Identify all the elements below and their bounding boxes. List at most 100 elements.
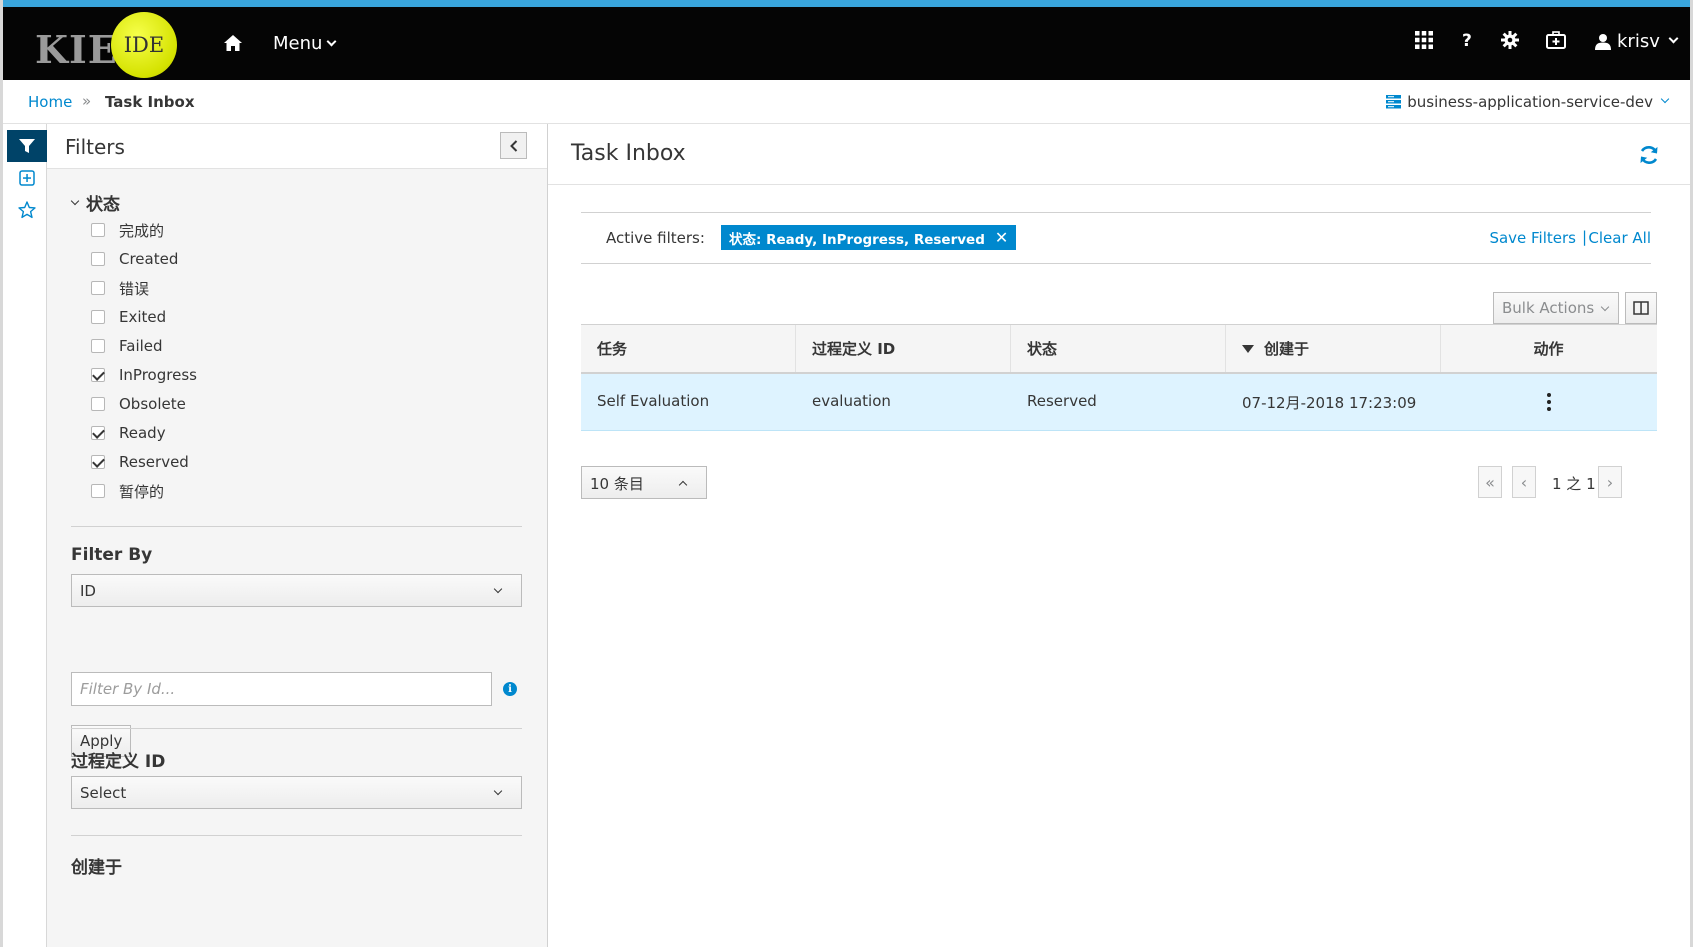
status-checkbox[interactable] — [91, 223, 105, 237]
help-icon[interactable]: ? — [1462, 31, 1472, 51]
page-title: Task Inbox — [571, 141, 686, 166]
status-checkbox[interactable] — [91, 397, 105, 411]
process-definition-select[interactable]: Select — [71, 776, 522, 809]
gear-icon[interactable] — [1501, 31, 1519, 49]
info-icon[interactable]: i — [503, 682, 517, 696]
refresh-icon[interactable] — [1638, 144, 1660, 166]
column-header-status[interactable]: 状态 — [1011, 325, 1226, 372]
page-size-select[interactable]: 10 条目 — [581, 466, 707, 499]
active-filter-chip: 状态: Ready, InProgress, Reserved ✕ — [721, 225, 1017, 250]
status-checkbox[interactable] — [91, 339, 105, 353]
column-header-task[interactable]: 任务 — [581, 325, 796, 372]
active-filter-chip-label: 状态: Ready, InProgress, Reserved — [729, 231, 985, 248]
clear-all-link[interactable]: Clear All — [1588, 229, 1651, 247]
table-header: 任务 过程定义 ID 状态 创建于 动作 — [581, 324, 1657, 374]
active-filters-label: Active filters: — [606, 229, 705, 247]
filters-title: Filters — [65, 135, 125, 159]
status-checkbox[interactable] — [91, 281, 105, 295]
rail-add-filter-tab[interactable] — [7, 162, 47, 194]
menu-dropdown[interactable]: Menu — [273, 33, 337, 54]
status-option[interactable]: 错误 — [91, 277, 149, 299]
status-option[interactable]: Ready — [91, 422, 166, 444]
apps-grid-icon[interactable] — [1415, 31, 1433, 49]
column-picker-button[interactable] — [1625, 292, 1657, 324]
user-menu[interactable]: krisv — [1595, 31, 1679, 52]
page-size-value: 10 条目 — [590, 475, 644, 493]
status-checkbox[interactable] — [91, 252, 105, 266]
status-option-label: Obsolete — [119, 395, 186, 413]
server-template-selector[interactable]: business-application-service-dev — [1386, 93, 1670, 111]
task-table: 任务 过程定义 ID 状态 创建于 动作 Self Evaluation eva… — [581, 324, 1657, 431]
filter-by-select[interactable]: ID — [71, 574, 522, 607]
rail-filters-tab[interactable] — [7, 130, 47, 162]
status-option-label: 暂停的 — [119, 482, 165, 501]
previous-page-button[interactable]: ‹ — [1512, 466, 1536, 498]
status-option-label: Ready — [119, 424, 166, 442]
status-option-label: 错误 — [119, 279, 150, 298]
breadcrumb: Home » Task Inbox business-application-s… — [3, 80, 1690, 124]
cell-task: Self Evaluation — [597, 392, 710, 410]
remove-filter-icon[interactable]: ✕ — [995, 228, 1008, 247]
status-option[interactable]: InProgress — [91, 364, 197, 386]
task-inbox-main: Task Inbox Active filters: 状态: Ready, In… — [548, 124, 1690, 947]
column-header-actions: 动作 — [1441, 325, 1656, 372]
column-header-label: 状态 — [1027, 340, 1058, 358]
server-icon — [1386, 95, 1402, 109]
row-actions-kebab-icon[interactable] — [1543, 389, 1555, 415]
status-option[interactable]: Created — [91, 248, 178, 270]
filter-icon — [19, 139, 35, 153]
chevron-down-icon — [1600, 302, 1610, 312]
filter-by-selected: ID — [80, 582, 96, 600]
left-icon-rail — [3, 124, 47, 947]
user-name: krisv — [1617, 31, 1660, 52]
column-header-created-on[interactable]: 创建于 — [1226, 325, 1441, 372]
table-row[interactable]: Self Evaluation evaluation Reserved 07-1… — [581, 374, 1657, 431]
status-option[interactable]: Exited — [91, 306, 166, 328]
divider — [71, 526, 522, 527]
breadcrumb-home-link[interactable]: Home — [28, 93, 72, 111]
home-icon[interactable] — [223, 33, 243, 53]
cell-created-on: 07-12月-2018 17:23:09 — [1242, 394, 1417, 412]
chevron-down-icon — [326, 36, 337, 47]
divider — [548, 184, 1690, 185]
save-filters-link[interactable]: Save Filters — [1489, 229, 1576, 247]
status-option[interactable]: Obsolete — [91, 393, 186, 415]
column-header-label: 任务 — [597, 340, 628, 358]
column-header-label: 过程定义 ID — [812, 340, 896, 358]
first-page-button[interactable]: « — [1478, 466, 1502, 498]
bulk-actions-dropdown[interactable]: Bulk Actions — [1493, 292, 1619, 324]
filter-by-label: Filter By — [71, 545, 153, 565]
chevron-down-icon — [70, 196, 80, 205]
filters-header: Filters — [47, 124, 547, 169]
divider — [71, 835, 522, 836]
column-header-process-definition[interactable]: 过程定义 ID — [796, 325, 1011, 372]
add-square-icon — [19, 170, 35, 186]
chevron-down-icon — [493, 584, 503, 594]
rail-saved-filters-tab[interactable] — [7, 194, 47, 226]
status-option[interactable]: Failed — [91, 335, 163, 357]
status-option[interactable]: 暂停的 — [91, 480, 164, 502]
status-checkbox[interactable] — [91, 426, 105, 440]
chevron-up-icon — [678, 480, 688, 490]
collapse-filters-button[interactable] — [500, 132, 527, 159]
status-option[interactable]: Reserved — [91, 451, 189, 473]
chevron-down-icon — [1660, 94, 1670, 104]
filter-by-id-input[interactable] — [71, 672, 492, 706]
process-definition-label: 过程定义 ID — [71, 752, 166, 772]
status-checkbox[interactable] — [91, 484, 105, 498]
briefcase-medical-icon[interactable] — [1546, 31, 1566, 49]
column-header-label: 创建于 — [1264, 340, 1310, 358]
status-option-label: Failed — [119, 337, 163, 355]
cell-actions — [1441, 374, 1656, 430]
status-filter-group-toggle[interactable]: 状态 — [70, 190, 120, 215]
status-checkbox[interactable] — [91, 310, 105, 324]
cell-process-definition: evaluation — [812, 392, 891, 410]
server-name: business-application-service-dev — [1407, 93, 1653, 111]
status-checkbox[interactable] — [91, 368, 105, 382]
status-option[interactable]: 完成的 — [91, 219, 164, 241]
next-page-button[interactable]: › — [1598, 466, 1622, 498]
status-checkbox[interactable] — [91, 455, 105, 469]
kie-logo: KIE — [35, 27, 118, 72]
ide-logo-badge: IDE — [111, 12, 177, 78]
status-group-title: 状态 — [86, 195, 120, 215]
